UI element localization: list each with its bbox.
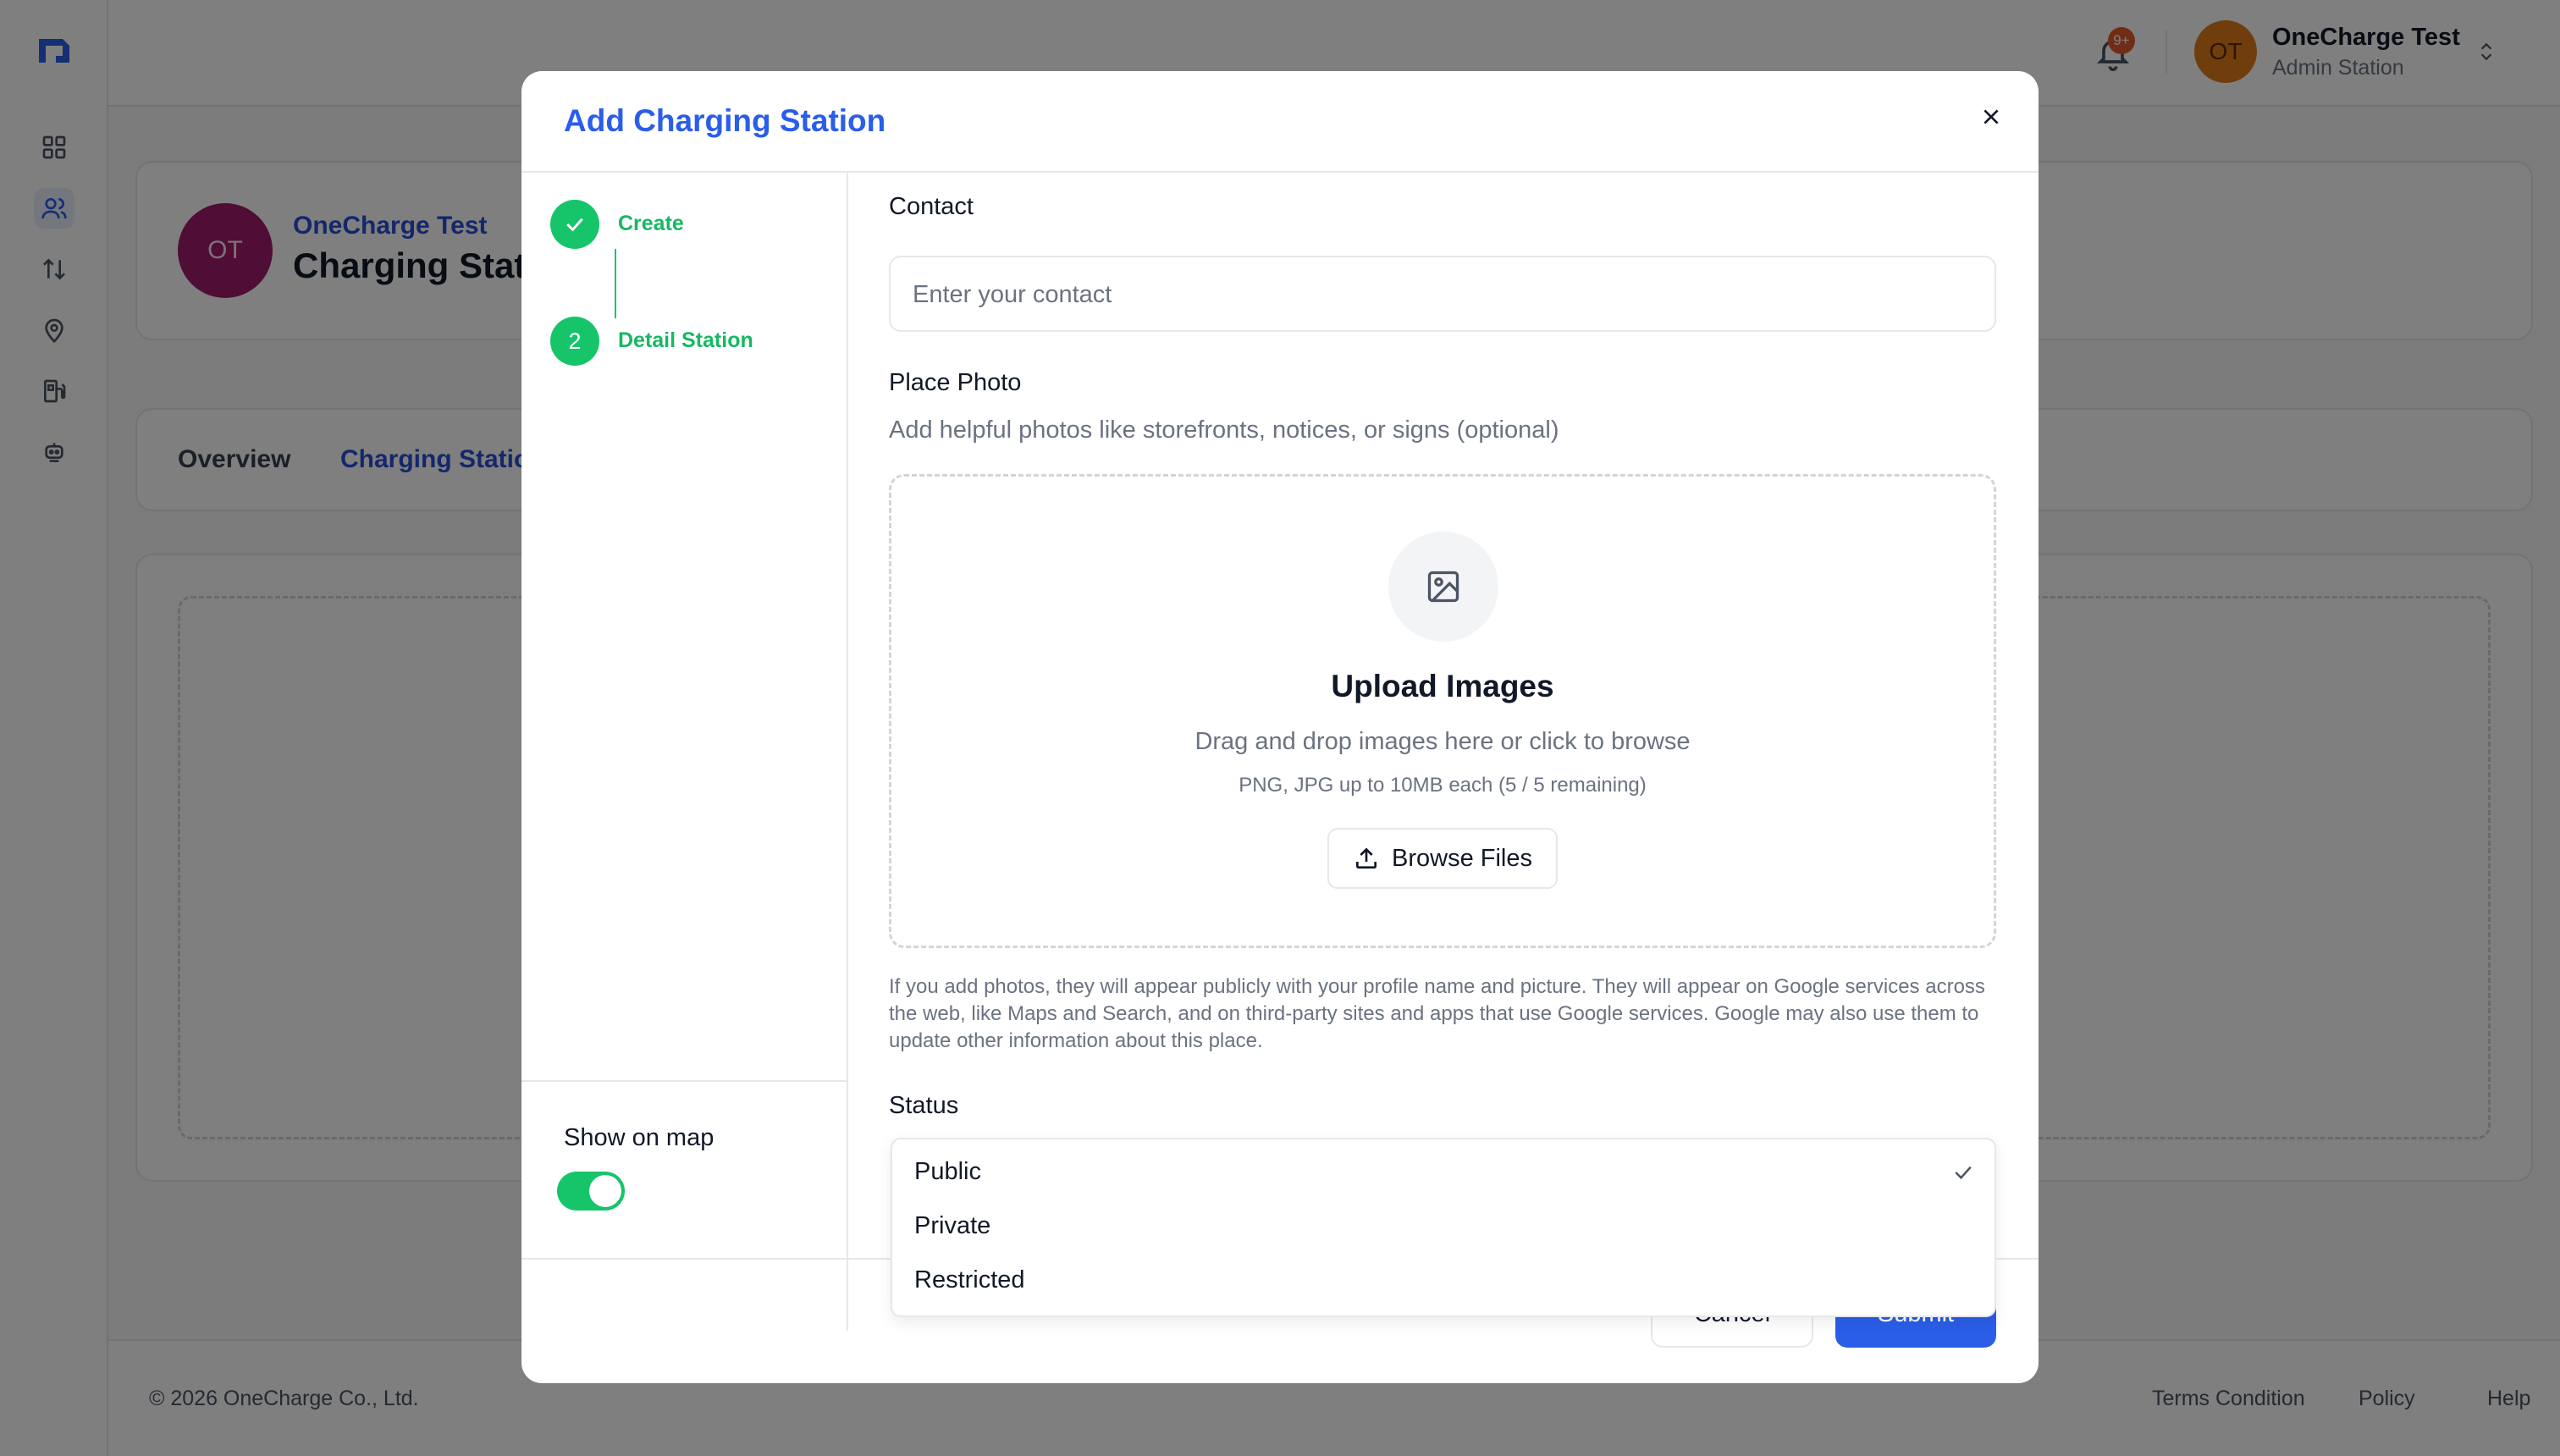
status-dropdown: Public Private Restricted [891,1138,1996,1317]
close-button[interactable] [1974,100,2008,134]
step-connector [615,249,616,318]
check-icon [1955,1166,1972,1180]
status-option-private[interactable]: Private [914,1212,990,1240]
show-on-map-toggle[interactable] [557,1172,625,1211]
show-on-map-label: Show on map [564,1124,714,1151]
contact-input[interactable]: Enter your contact [889,256,1996,332]
browse-files-label: Browse Files [1392,844,1532,872]
status-option-restricted[interactable]: Restricted [914,1266,1025,1294]
step-1-label: Create [618,212,684,235]
modal-title: Add Charging Station [564,103,886,138]
status-option-public[interactable]: Public [914,1158,981,1186]
upload-image-badge [1388,532,1498,642]
upload-title: Upload Images [1331,669,1554,703]
modal-header-divider [521,171,2039,173]
place-photo-label: Place Photo [889,369,1022,396]
left-panel-bottom-divider [521,1080,848,1082]
step-2-marker: 2 [550,317,599,366]
add-station-modal: Add Charging Station Create 2 Detail Sta… [521,71,2039,1383]
step-2-label: Detail Station [618,328,753,352]
contact-placeholder: Enter your contact [913,281,1112,308]
browse-files-button[interactable]: Browse Files [1327,828,1558,889]
toggle-knob [589,1175,621,1207]
status-label: Status [889,1092,959,1119]
close-icon [1983,109,1999,124]
photo-disclaimer: If you add photos, they will appear publ… [889,975,1985,1052]
upload-hint: PNG, JPG up to 10MB each (5 / 5 remainin… [1239,774,1647,797]
contact-label: Contact [889,193,974,220]
panel-divider [847,173,848,1331]
step-1-marker [550,200,599,249]
image-icon [1427,571,1459,603]
upload-subtitle: Drag and drop images here or click to br… [1194,728,1691,755]
check-icon [566,218,583,232]
place-photo-description: Add helpful photos like storefronts, not… [889,416,1559,444]
upload-icon [1356,847,1377,869]
